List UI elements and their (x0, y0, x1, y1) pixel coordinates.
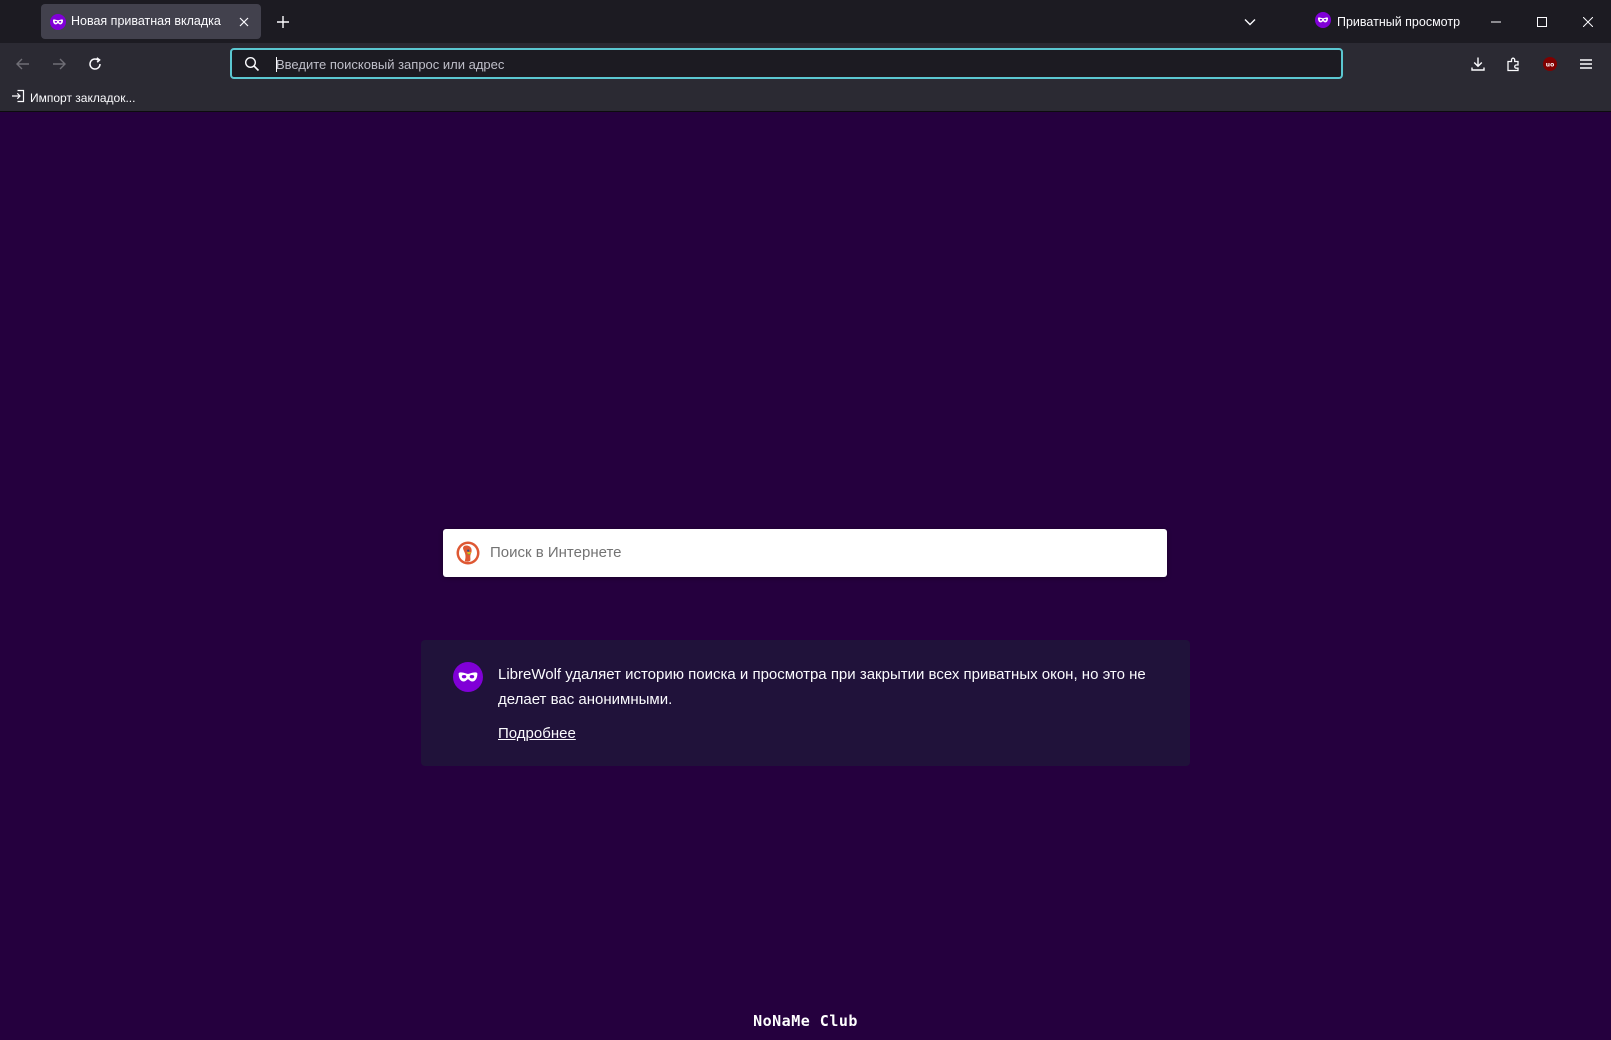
import-arrow-icon (11, 89, 25, 108)
ublock-origin-shield-icon[interactable]: uo (1536, 50, 1564, 78)
url-bar[interactable] (230, 48, 1343, 79)
downloads-icon[interactable] (1464, 50, 1492, 78)
window-maximize-icon[interactable] (1519, 0, 1565, 43)
private-mask-icon (453, 662, 483, 692)
private-browsing-label: Приватный просмотр (1337, 15, 1461, 29)
private-mask-icon (50, 14, 66, 30)
url-input[interactable] (276, 54, 1326, 74)
tab-private-new[interactable]: Новая приватная вкладка (41, 4, 261, 39)
extensions-puzzle-icon[interactable] (1500, 50, 1528, 78)
private-mask-icon (1315, 11, 1331, 33)
navigation-toolbar: uo (0, 43, 1611, 84)
bookmarks-toolbar: Импорт закладок... (0, 84, 1611, 112)
hamburger-menu-icon[interactable] (1572, 50, 1600, 78)
new-tab-plus-icon[interactable] (272, 11, 294, 33)
tab-close-icon[interactable] (235, 13, 253, 31)
list-all-tabs-chevron-down-icon[interactable] (1239, 11, 1261, 33)
window-minimize-icon[interactable] (1473, 0, 1519, 43)
import-bookmarks-label: Импорт закладок... (30, 91, 136, 105)
noname-club-watermark: NoNaMe Club (753, 1012, 858, 1030)
learn-more-link[interactable]: Подробнее (498, 725, 576, 742)
private-browsing-message: LibreWolf удаляет историю поиска и просм… (498, 666, 1146, 708)
private-new-tab-page: Поиск в Интернете LibreWolf удаляет исто… (0, 112, 1611, 1040)
web-search-placeholder: Поиск в Интернете (490, 544, 622, 561)
back-arrow-icon[interactable] (9, 50, 37, 78)
private-browsing-info-card: LibreWolf удаляет историю поиска и просм… (421, 640, 1190, 766)
forward-arrow-icon[interactable] (45, 50, 73, 78)
window-close-icon[interactable] (1565, 0, 1611, 43)
ublock-badge-text: uo (1546, 61, 1554, 68)
tab-strip: Новая приватная вкладка Приватный просмо… (0, 0, 1611, 43)
web-search-box[interactable]: Поиск в Интернете (443, 529, 1167, 577)
search-icon (244, 56, 260, 72)
duckduckgo-logo-icon (456, 541, 480, 565)
reload-icon[interactable] (81, 50, 109, 78)
tab-title: Новая приватная вкладка (71, 14, 221, 28)
private-browsing-indicator: Приватный просмотр (1315, 11, 1461, 33)
text-caret (276, 57, 277, 72)
import-bookmarks-button[interactable]: Импорт закладок... (11, 89, 135, 107)
